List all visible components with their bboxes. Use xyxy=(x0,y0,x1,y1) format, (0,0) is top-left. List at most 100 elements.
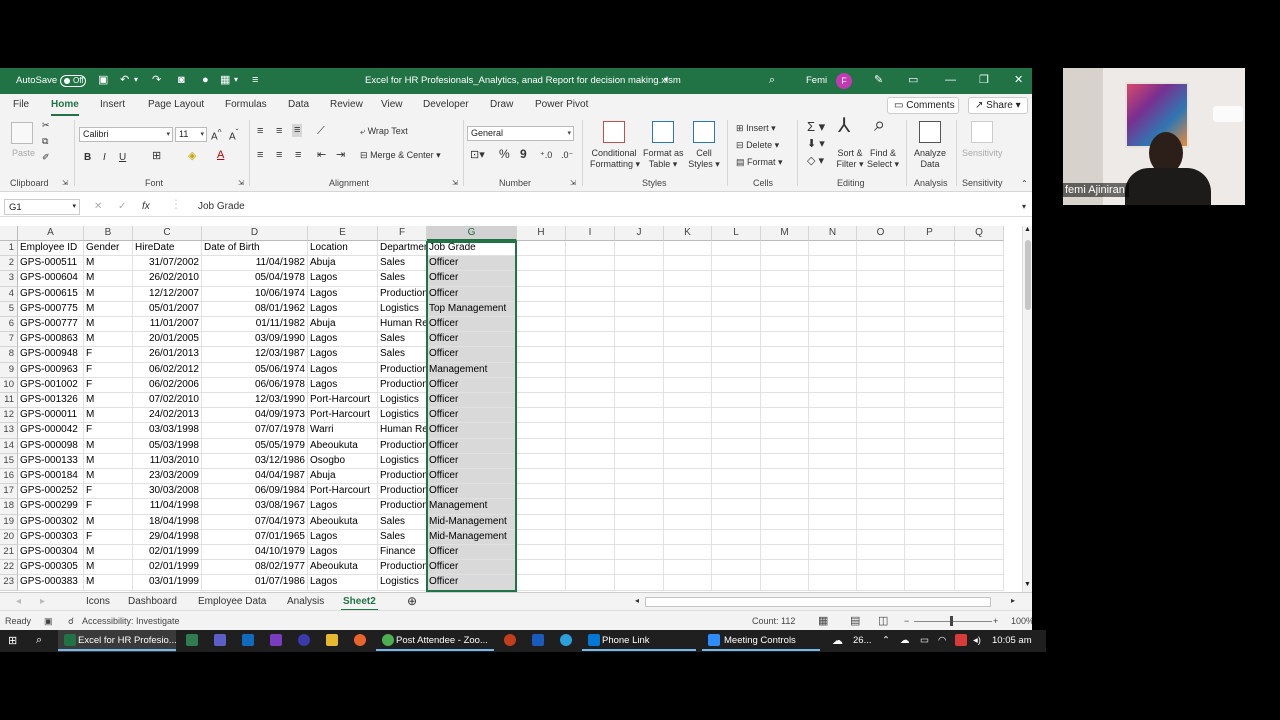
header-cell[interactable] xyxy=(761,241,809,257)
table-cell[interactable]: 08/02/1977 xyxy=(202,560,308,576)
table-cell[interactable] xyxy=(809,408,857,424)
table-cell[interactable] xyxy=(955,408,1004,424)
table-cell[interactable]: Officer xyxy=(427,484,517,500)
table-cell[interactable] xyxy=(712,377,761,393)
find-select-button[interactable]: Find & Select ▾ xyxy=(866,148,900,170)
table-cell[interactable] xyxy=(761,575,809,591)
file-explorer-icon[interactable] xyxy=(326,634,338,646)
table-cell[interactable]: Warri xyxy=(308,423,378,439)
table-cell[interactable]: Osogbo xyxy=(308,453,378,469)
table-cell[interactable]: Production xyxy=(378,362,427,378)
table-cell[interactable]: Port-Harcourt xyxy=(308,408,378,424)
table-cell[interactable] xyxy=(517,453,566,469)
table-cell[interactable]: Logistics xyxy=(378,453,427,469)
table-cell[interactable] xyxy=(517,256,566,272)
table-cell[interactable] xyxy=(809,317,857,333)
scroll-down-icon[interactable]: ▼ xyxy=(1024,581,1031,588)
header-cell[interactable] xyxy=(809,241,857,257)
zoom-slider[interactable] xyxy=(914,621,992,622)
table-cell[interactable]: GPS-000299 xyxy=(18,499,84,515)
tab-draw[interactable]: Draw xyxy=(490,99,513,110)
table-cell[interactable] xyxy=(712,499,761,515)
table-cell[interactable] xyxy=(809,499,857,515)
table-cell[interactable] xyxy=(712,393,761,409)
table-cell[interactable]: F xyxy=(84,529,133,545)
table-cell[interactable]: M xyxy=(84,453,133,469)
table-cell[interactable] xyxy=(566,256,615,272)
fill-icon[interactable]: ⬇ ▾ xyxy=(807,139,825,150)
table-cell[interactable]: Lagos xyxy=(308,271,378,287)
table-cell[interactable] xyxy=(615,575,664,591)
table-cell[interactable]: Sales xyxy=(378,347,427,363)
table-cell[interactable] xyxy=(712,256,761,272)
windows-start-icon[interactable]: ⊞ xyxy=(8,634,17,647)
table-cell[interactable] xyxy=(712,469,761,485)
table-cell[interactable]: Production xyxy=(378,286,427,302)
sheet-tab-icons[interactable]: Icons xyxy=(86,596,110,607)
formula-enter-icon[interactable]: ✓ xyxy=(118,201,126,212)
table-cell[interactable]: 08/01/1962 xyxy=(202,301,308,317)
table-cell[interactable] xyxy=(566,408,615,424)
table-cell[interactable] xyxy=(857,393,905,409)
table-cell[interactable] xyxy=(712,408,761,424)
number-format-combo[interactable]: General ▾ xyxy=(467,126,574,141)
table-cell[interactable] xyxy=(664,575,712,591)
table-cell[interactable] xyxy=(809,377,857,393)
table-cell[interactable] xyxy=(517,529,566,545)
table-cell[interactable]: Lagos xyxy=(308,529,378,545)
table-cell[interactable] xyxy=(955,393,1004,409)
table-cell[interactable] xyxy=(615,393,664,409)
table-cell[interactable] xyxy=(761,484,809,500)
taskbar-excel[interactable]: Excel for HR Profesio... xyxy=(58,630,177,652)
table-cell[interactable]: Mid-Management xyxy=(427,514,517,530)
table-cell[interactable]: Mid-Management xyxy=(427,529,517,545)
table-cell[interactable] xyxy=(615,377,664,393)
save-icon[interactable]: ▣ xyxy=(98,73,108,87)
table-cell[interactable]: GPS-000011 xyxy=(18,408,84,424)
table-cell[interactable]: 12/12/2007 xyxy=(133,286,202,302)
table-cell[interactable]: Lagos xyxy=(308,332,378,348)
header-cell[interactable]: Employee ID xyxy=(18,241,84,257)
table-cell[interactable]: GPS-000042 xyxy=(18,423,84,439)
table-cell[interactable] xyxy=(809,362,857,378)
table-cell[interactable]: GPS-000305 xyxy=(18,560,84,576)
table-cell[interactable] xyxy=(615,332,664,348)
table-cell[interactable]: Production xyxy=(378,438,427,454)
table-cell[interactable] xyxy=(809,423,857,439)
column-header-f[interactable]: F xyxy=(378,226,427,241)
table-cell[interactable]: Port-Harcourt xyxy=(308,393,378,409)
table-cell[interactable]: 04/10/1979 xyxy=(202,545,308,561)
table-cell[interactable] xyxy=(955,484,1004,500)
table-cell[interactable] xyxy=(857,301,905,317)
row-header[interactable]: 7 xyxy=(0,332,18,348)
table-cell[interactable] xyxy=(566,514,615,530)
table-cell[interactable]: Lagos xyxy=(308,575,378,591)
table-cell[interactable]: Abuja xyxy=(308,317,378,333)
ribbon-display-icon[interactable]: ▭ xyxy=(908,73,918,87)
table-cell[interactable]: 11/03/2010 xyxy=(133,453,202,469)
table-cell[interactable] xyxy=(905,347,955,363)
weather-icon[interactable]: ☁ xyxy=(832,634,843,647)
table-cell[interactable]: F xyxy=(84,377,133,393)
font-color-icon[interactable]: A xyxy=(217,150,224,161)
table-cell[interactable]: 29/04/1998 xyxy=(133,529,202,545)
percent-button[interactable]: % xyxy=(499,148,510,160)
select-all-corner[interactable] xyxy=(0,226,18,241)
delete-cells-button[interactable]: ⊟ Delete ▾ xyxy=(736,140,779,151)
zoom-out-icon[interactable]: − xyxy=(904,616,909,626)
table-cell[interactable]: Officer xyxy=(427,438,517,454)
table-cell[interactable]: 05/05/1979 xyxy=(202,438,308,454)
table-cell[interactable] xyxy=(761,271,809,287)
table-cell[interactable]: Lagos xyxy=(308,347,378,363)
table-cell[interactable]: Abeoukuta xyxy=(308,438,378,454)
table-cell[interactable] xyxy=(664,301,712,317)
table-cell[interactable] xyxy=(857,286,905,302)
table-cell[interactable] xyxy=(809,514,857,530)
table-cell[interactable]: 04/04/1987 xyxy=(202,469,308,485)
table-cell[interactable] xyxy=(761,286,809,302)
align-top-icon[interactable]: ≡ xyxy=(257,126,263,137)
tab-power-pivot[interactable]: Power Pivot xyxy=(535,99,588,110)
table-cell[interactable] xyxy=(857,317,905,333)
table-cell[interactable]: Sales xyxy=(378,332,427,348)
column-header-n[interactable]: N xyxy=(809,226,857,241)
